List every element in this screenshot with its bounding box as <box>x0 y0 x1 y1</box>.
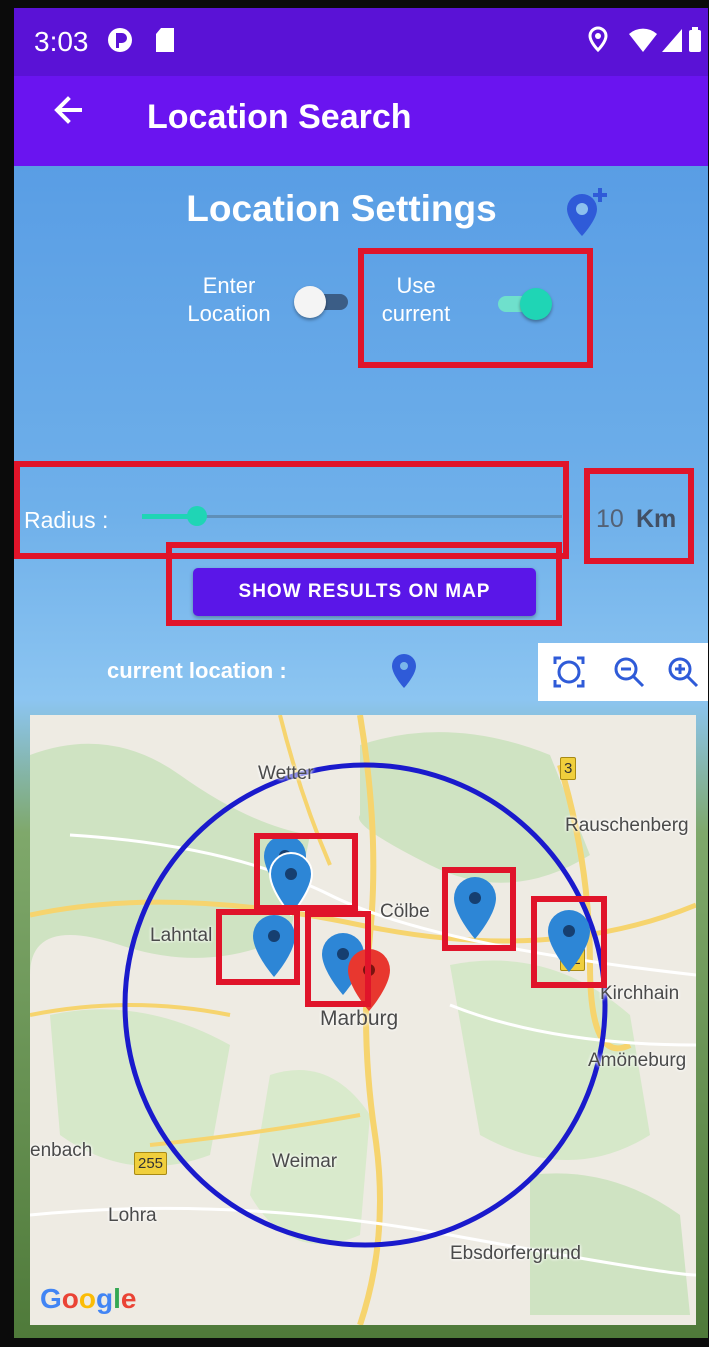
battery-icon <box>688 26 702 60</box>
google-logo-g: G <box>40 1283 62 1314</box>
map-place-wetter: Wetter <box>258 763 314 784</box>
sd-card-icon <box>154 26 176 60</box>
location-icon <box>588 26 608 60</box>
google-logo-g2: g <box>96 1283 114 1314</box>
map-place-weimar: Weimar <box>272 1151 338 1172</box>
enter-location-label-line2: Location <box>187 301 271 326</box>
map-place-enbach: enbach <box>30 1140 93 1161</box>
map-place-kirchhain: Kirchhain <box>600 983 680 1004</box>
map-place-ebsdorfergrund: Ebsdorfergrund <box>450 1243 581 1264</box>
zoom-in-icon[interactable] <box>664 653 702 691</box>
google-logo-o2: o <box>78 1283 96 1314</box>
zoom-out-icon[interactable] <box>610 653 648 691</box>
highlight-box-use-current <box>358 248 593 368</box>
app-screen: 3:03 Location Search Location Settings E… <box>14 8 708 1338</box>
wifi-icon <box>628 26 658 60</box>
highlight-box-show-results <box>166 542 562 626</box>
highlight-box-marker-6 <box>531 896 607 988</box>
enter-location-switch[interactable] <box>294 286 348 318</box>
arrow-back-icon[interactable] <box>50 92 86 138</box>
road-shield-3: 3 <box>560 757 577 780</box>
enter-location-label: Enter Location <box>174 272 284 328</box>
app-bar-title: Location Search <box>147 98 412 136</box>
google-logo: Google <box>40 1283 136 1315</box>
google-logo-o1: o <box>61 1283 79 1314</box>
map-place-coelbe: Cölbe <box>380 901 430 922</box>
location-pin-icon[interactable] <box>391 653 417 689</box>
highlight-box-marker-1 <box>254 833 358 911</box>
enter-location-label-line1: Enter <box>202 273 256 298</box>
highlight-box-marker-3 <box>216 909 300 985</box>
app-bar: Location Search <box>14 76 708 166</box>
notification-app-icon <box>106 26 134 60</box>
google-logo-e: e <box>120 1283 137 1314</box>
signal-icon <box>660 26 684 60</box>
enter-location-switch-thumb <box>294 286 326 318</box>
map-place-lohra: Lohra <box>108 1205 157 1226</box>
highlight-box-radius-value <box>584 468 694 564</box>
map-place-lahntal: Lahntal <box>150 925 213 946</box>
map-place-rauschenberg: Rauschenberg <box>565 815 689 836</box>
current-location-label: current location : <box>107 658 287 683</box>
status-bar: 3:03 <box>14 8 708 76</box>
map-place-amoeneburg: Amöneburg <box>588 1050 687 1071</box>
road-shield-255: 255 <box>134 1152 168 1175</box>
add-location-icon[interactable] <box>562 186 612 238</box>
status-time: 3:03 <box>34 26 89 57</box>
highlight-box-marker-4 <box>305 911 371 1007</box>
map-view[interactable]: Wetter Rauschenberg Cölbe Lahntal Marbur… <box>30 715 696 1325</box>
fit-bounds-icon[interactable] <box>550 653 588 691</box>
map-zoom-controls <box>538 643 708 701</box>
google-logo-l: l <box>113 1283 121 1314</box>
highlight-box-marker-5 <box>442 867 516 951</box>
